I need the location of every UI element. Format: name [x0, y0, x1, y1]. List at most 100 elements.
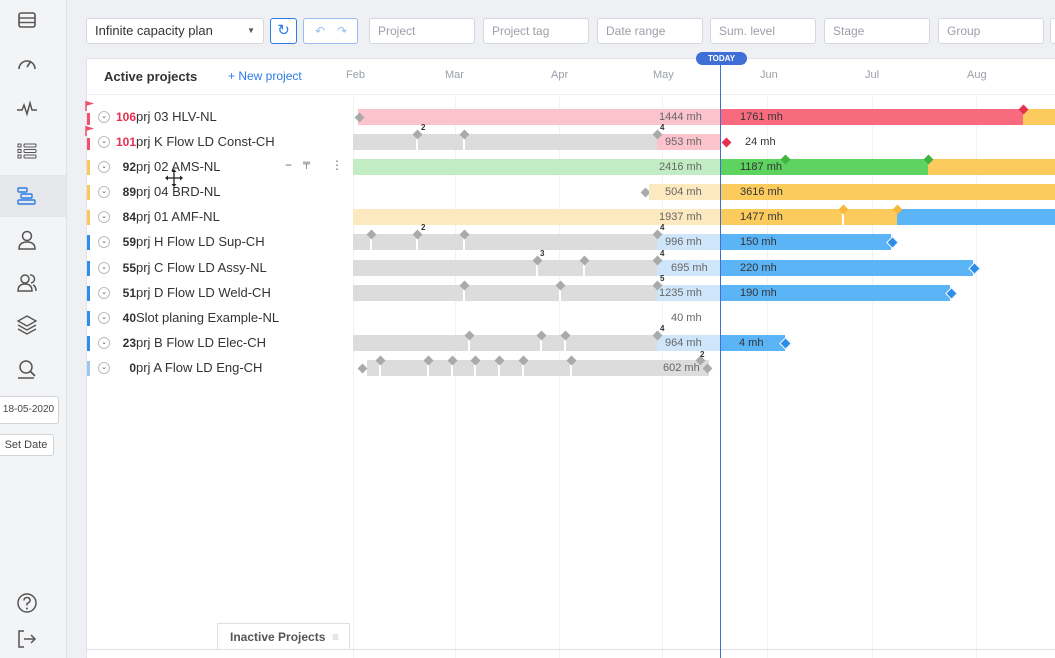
priority-color-bar — [87, 311, 90, 326]
project-name[interactable]: prj 03 HLV-NL — [136, 109, 217, 124]
chevron-down-icon[interactable]: ⌄ — [98, 161, 110, 173]
project-row[interactable]: ⌄ 89 prj 04 BRD-NL 504 mh 3616 mh — [87, 180, 1055, 205]
future-mh-label: 150 mh — [740, 236, 777, 248]
month-label: Mar — [445, 69, 464, 81]
future-bar-next[interactable] — [1023, 109, 1055, 125]
move-cursor-icon — [165, 169, 183, 187]
milestone-count: 4 — [660, 223, 665, 232]
collapse-icon[interactable]: − — [285, 158, 292, 172]
today-line — [720, 65, 721, 658]
past-bar[interactable] — [353, 335, 657, 351]
more-filter[interactable] — [1050, 18, 1055, 44]
milestone-diamond[interactable] — [357, 363, 368, 374]
priority-value: 92 — [122, 160, 136, 174]
future-mh-label: 3616 mh — [740, 186, 783, 198]
undo-icon[interactable]: ↶ — [315, 19, 325, 43]
chevron-down-icon[interactable]: ⌄ — [98, 262, 110, 274]
new-project-button[interactable]: + New project — [228, 69, 302, 83]
past-bar[interactable] — [353, 260, 657, 276]
chevron-down-icon[interactable]: ⌄ — [98, 287, 110, 299]
priority-color-bar — [87, 261, 90, 276]
priority-value: 40 — [122, 311, 136, 325]
priority-value: 106 — [115, 110, 136, 124]
past-mh-label: 1444 mh — [659, 111, 702, 123]
stage-filter[interactable]: Stage — [824, 18, 930, 44]
project-name[interactable]: prj C Flow LD Assy-NL — [136, 260, 267, 275]
project-row[interactable]: ⌄ 23 prj B Flow LD Elec-CH 4 964 mh 4 mh — [87, 324, 1055, 356]
milestone-count: 4 — [660, 123, 665, 132]
help-icon[interactable] — [14, 590, 40, 616]
sum-level-filter[interactable]: Sum. level — [710, 18, 816, 44]
past-mh-label: 695 mh — [671, 262, 708, 274]
past-mh-label: 1235 mh — [659, 287, 702, 299]
project-name[interactable]: prj H Flow LD Sup-CH — [136, 234, 265, 249]
project-row[interactable]: ⌄ 92 prj 02 AMS-NL − ╤ ⋮ 2416 mh 1187 mh — [87, 154, 1055, 180]
past-bar[interactable] — [353, 134, 657, 150]
project-row[interactable]: ⌄ 40 Slot planing Example-NL 40 mh — [87, 306, 1055, 331]
project-row[interactable]: ⌄ 106 prj 03 HLV-NL 1444 mh 1761 mh — [85, 101, 1055, 130]
project-name[interactable]: prj B Flow LD Elec-CH — [136, 335, 266, 350]
chevron-down-icon[interactable]: ⌄ — [98, 136, 110, 148]
group-filter[interactable]: Group — [938, 18, 1044, 44]
task-list-icon[interactable] — [14, 138, 40, 164]
kebab-menu-icon[interactable]: ⋮ — [331, 158, 343, 172]
redo-icon[interactable]: ↷ — [337, 19, 347, 43]
search-people-icon[interactable] — [14, 356, 40, 382]
plan-select[interactable]: Infinite capacity plan ▼ — [86, 18, 264, 44]
milestone-count: 2 — [421, 123, 426, 132]
project-name[interactable]: prj A Flow LD Eng-CH — [136, 360, 262, 375]
list-icon[interactable] — [14, 7, 40, 33]
past-mh-label: 964 mh — [665, 337, 702, 349]
chevron-down-icon[interactable]: ⌄ — [98, 186, 110, 198]
date-input[interactable]: 18-05-2020 — [0, 396, 59, 424]
set-date-button[interactable]: Set Date — [0, 434, 54, 456]
priority-color-bar — [87, 286, 90, 301]
date-range-filter[interactable]: Date range — [597, 18, 703, 44]
milestone-diamond[interactable] — [721, 137, 732, 148]
refresh-button[interactable]: ↻ — [270, 18, 297, 44]
project-row[interactable]: ⌄ 51 prj D Flow LD Weld-CH 5 1235 mh 190… — [87, 274, 1055, 306]
chevron-down-icon[interactable]: ⌄ — [98, 236, 110, 248]
project-name[interactable]: prj K Flow LD Const-CH — [136, 134, 275, 149]
activity-icon[interactable] — [14, 95, 40, 121]
past-bar[interactable] — [353, 234, 657, 250]
project-row[interactable]: ⌄ 59 prj H Flow LD Sup-CH 2 4 996 mh 150… — [87, 223, 1055, 255]
chevron-down-icon[interactable]: ⌄ — [98, 362, 110, 374]
project-row[interactable]: ⌄ 84 prj 01 AMF-NL 1937 mh 1477 mh — [87, 204, 1055, 230]
inactive-projects-tab[interactable]: Inactive Projects ≡ — [217, 623, 350, 650]
past-mh-label: 996 mh — [665, 236, 702, 248]
gauge-icon[interactable] — [14, 52, 40, 78]
logout-icon[interactable] — [14, 626, 40, 652]
project-row[interactable]: ⌄ 101 prj K Flow LD Const-CH 2 4 953 mh … — [85, 123, 1055, 155]
past-bar[interactable] — [367, 360, 709, 376]
chevron-down-icon[interactable]: ⌄ — [98, 312, 110, 324]
future-bar-next[interactable] — [928, 159, 1055, 175]
user-icon[interactable] — [14, 227, 40, 253]
future-mh-label: 220 mh — [740, 262, 777, 274]
priority-value: 51 — [122, 286, 136, 300]
project-name[interactable]: prj 01 AMF-NL — [136, 209, 220, 224]
month-label: Jun — [760, 69, 778, 81]
project-tag-filter[interactable]: Project tag — [483, 18, 589, 44]
past-mh-label: 40 mh — [671, 312, 702, 324]
project-name[interactable]: Slot planing Example-NL — [136, 310, 279, 325]
future-bar-next[interactable] — [897, 209, 1055, 225]
gantt-icon[interactable] — [14, 183, 40, 209]
filter-icon[interactable]: ╤ — [303, 158, 310, 169]
future-mh-label: 24 mh — [745, 136, 776, 148]
chevron-down-icon[interactable]: ⌄ — [98, 211, 110, 223]
month-label: Aug — [967, 69, 987, 81]
project-filter[interactable]: Project — [369, 18, 475, 44]
users-icon[interactable] — [14, 270, 40, 296]
past-bar[interactable] — [353, 285, 657, 301]
layers-icon[interactable] — [14, 312, 40, 338]
project-row[interactable]: ⌄ 55 prj C Flow LD Assy-NL 3 4 695 mh 22… — [87, 249, 1055, 281]
project-name[interactable]: prj D Flow LD Weld-CH — [136, 285, 271, 300]
priority-color-bar — [87, 361, 90, 376]
project-row[interactable]: ⌄ 0 prj A Flow LD Eng-CH 2 602 mh — [87, 350, 1055, 381]
chevron-down-icon[interactable]: ⌄ — [98, 337, 110, 349]
chevron-down-icon[interactable]: ⌄ — [98, 111, 110, 123]
flag-icon — [85, 101, 94, 111]
milestone-count: 4 — [660, 249, 665, 258]
panel-bottom-divider — [87, 649, 1055, 650]
